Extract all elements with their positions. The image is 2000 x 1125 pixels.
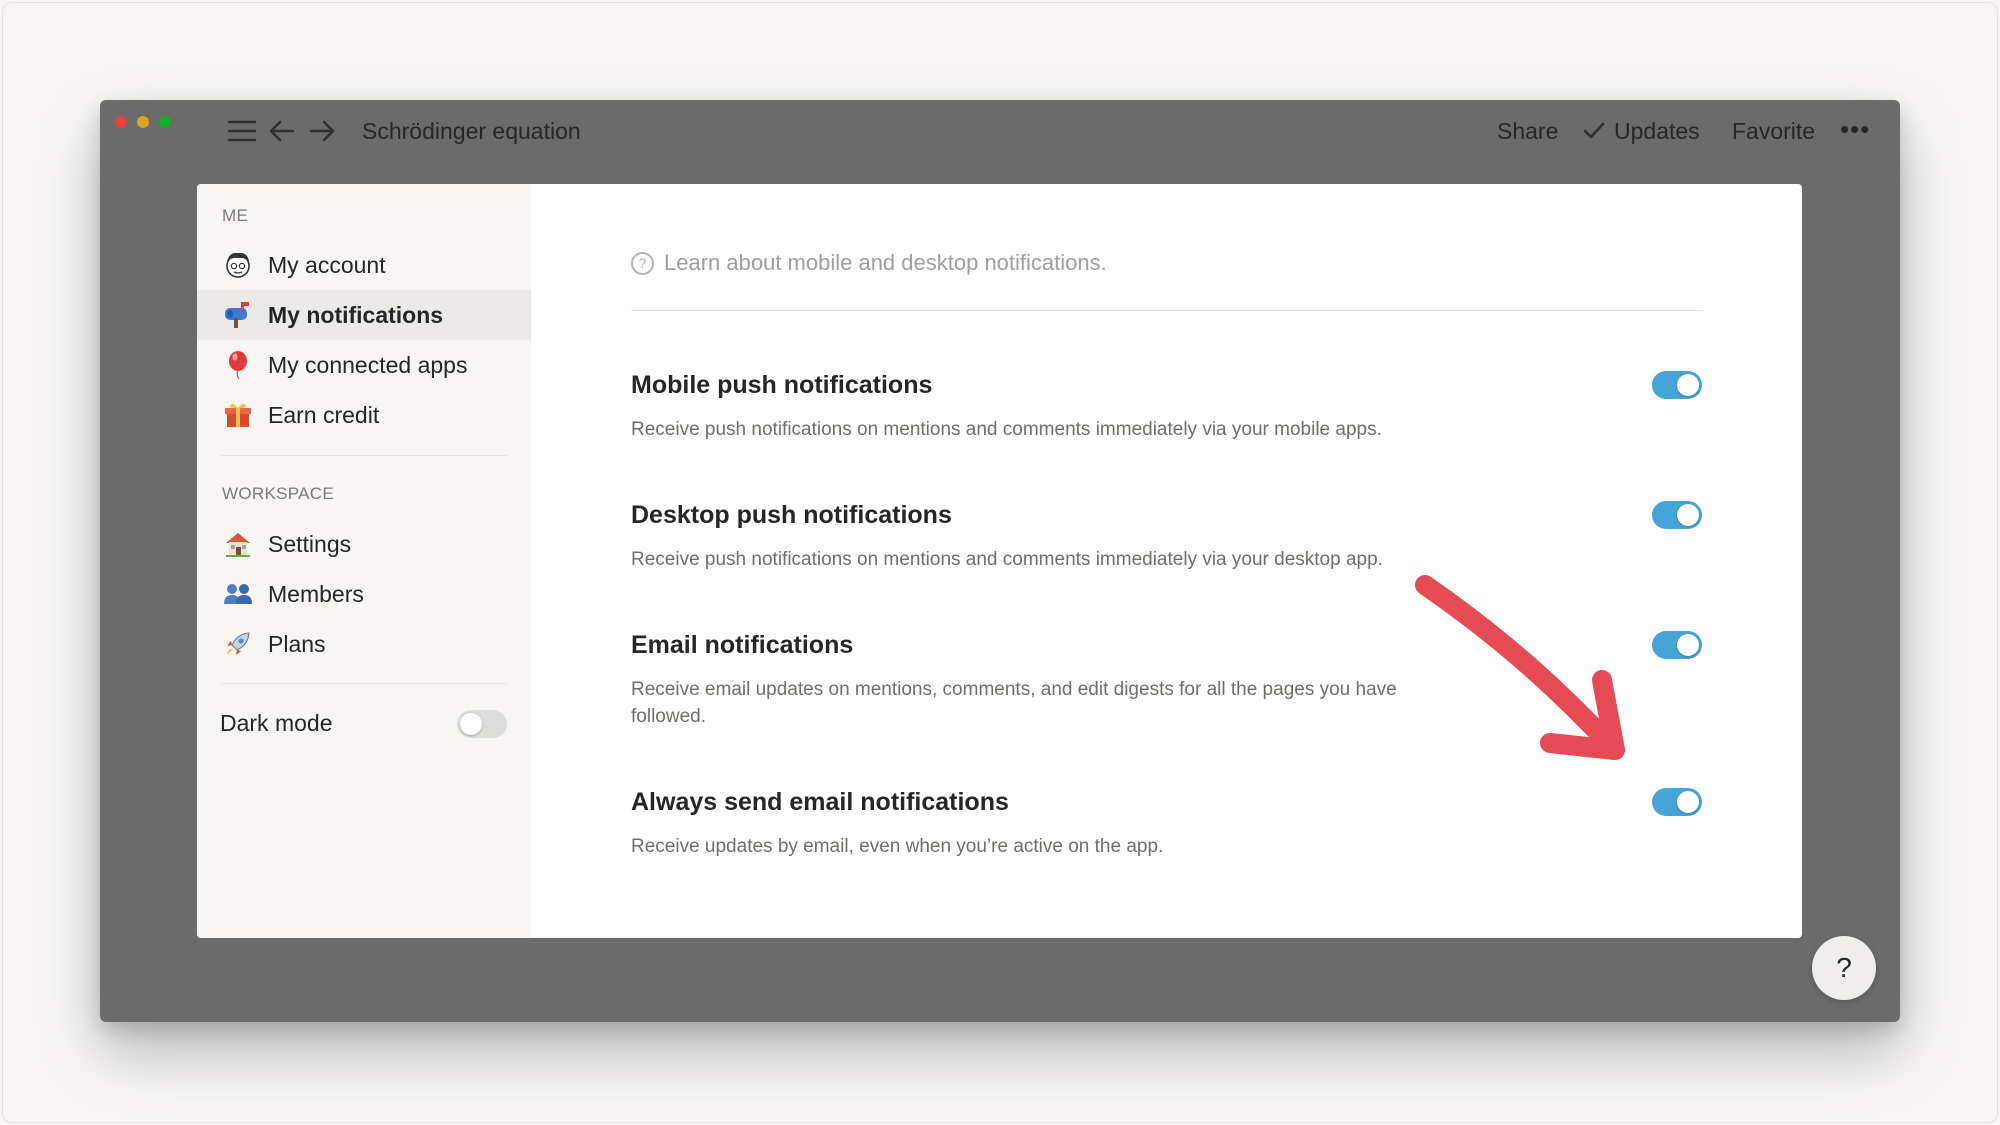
favorite-button[interactable]: Favorite (1732, 116, 1815, 146)
sidebar-item-label: My notifications (268, 301, 444, 328)
sidebar-item-plans[interactable]: Plans (197, 619, 531, 669)
back-arrow-icon[interactable] (266, 115, 298, 147)
minimize-window-button[interactable] (137, 116, 149, 128)
learn-link-text: Learn about mobile and desktop notificat… (664, 250, 1107, 275)
mailbox-icon (222, 299, 254, 331)
page-title: Schrödinger equation (362, 118, 581, 144)
mobile-push-toggle[interactable] (1652, 371, 1702, 399)
question-circle-icon: ? (631, 251, 654, 275)
setting-title: Email notifications (631, 631, 854, 659)
sidebar-item-earn-credit[interactable]: Earn credit (197, 390, 531, 440)
setting-title: Always send email notifications (631, 788, 1009, 816)
sidebar-divider (221, 683, 507, 684)
help-button[interactable]: ? (1812, 936, 1876, 1000)
setting-description: Receive push notifications on mentions a… (631, 419, 1382, 440)
share-button[interactable]: Share (1497, 116, 1558, 146)
forward-arrow-icon[interactable] (306, 115, 338, 147)
updates-button[interactable]: Updates (1582, 116, 1700, 146)
setting-title: Desktop push notifications (631, 501, 952, 529)
sidebar-item-my-connected-apps[interactable]: My connected apps (197, 340, 531, 390)
maximize-window-button[interactable] (159, 116, 171, 128)
toggle-knob (1677, 791, 1699, 813)
sidebar-item-my-account[interactable]: My account (197, 240, 531, 290)
checkmark-icon (1583, 122, 1605, 139)
setting-description: Receive push notifications on mentions a… (631, 549, 1383, 570)
toggle-knob (1677, 374, 1699, 396)
more-options-icon[interactable]: ••• (1840, 114, 1870, 144)
rocket-icon (222, 628, 254, 660)
sidebar-item-my-notifications[interactable]: My notifications (197, 290, 531, 340)
menu-icon[interactable] (226, 115, 258, 147)
sidebar-item-label: My connected apps (268, 351, 468, 378)
updates-label: Updates (1614, 118, 1700, 144)
content-divider (631, 310, 1702, 311)
sidebar-divider (221, 455, 507, 456)
house-icon (222, 528, 254, 560)
toggle-knob (1677, 634, 1699, 656)
always-send-email-toggle[interactable] (1652, 788, 1702, 816)
sidebar-item-label: Members (268, 580, 364, 607)
sidebar-item-label: Plans (268, 630, 326, 657)
section-label-workspace: WORKSPACE (222, 484, 334, 503)
sidebar-item-label: Earn credit (268, 401, 380, 428)
annotation-arrow-icon (1410, 570, 1630, 765)
avatar-icon (222, 249, 254, 281)
desktop-push-toggle[interactable] (1652, 501, 1702, 529)
sidebar-item-label: Settings (268, 530, 352, 557)
balloon-icon (222, 349, 254, 381)
setting-description: Receive updates by email, even when you’… (631, 836, 1164, 857)
people-icon (222, 578, 254, 610)
settings-sidebar: ME My account My notifications My connec… (197, 184, 531, 938)
setting-description: Receive email updates on mentions, comme… (631, 679, 1397, 727)
close-window-button[interactable] (115, 116, 127, 128)
setting-title: Mobile push notifications (631, 371, 933, 399)
gift-icon (222, 399, 254, 431)
toggle-knob (1677, 504, 1699, 526)
learn-link[interactable]: ? Learn about mobile and desktop notific… (631, 250, 1107, 276)
toggle-knob (460, 713, 482, 735)
sidebar-item-settings[interactable]: Settings (197, 519, 531, 569)
section-label-me: ME (222, 206, 249, 225)
sidebar-item-members[interactable]: Members (197, 569, 531, 619)
dark-mode-label: Dark mode (220, 710, 333, 736)
dark-mode-toggle[interactable] (457, 710, 507, 738)
sidebar-item-label: My account (268, 251, 386, 278)
